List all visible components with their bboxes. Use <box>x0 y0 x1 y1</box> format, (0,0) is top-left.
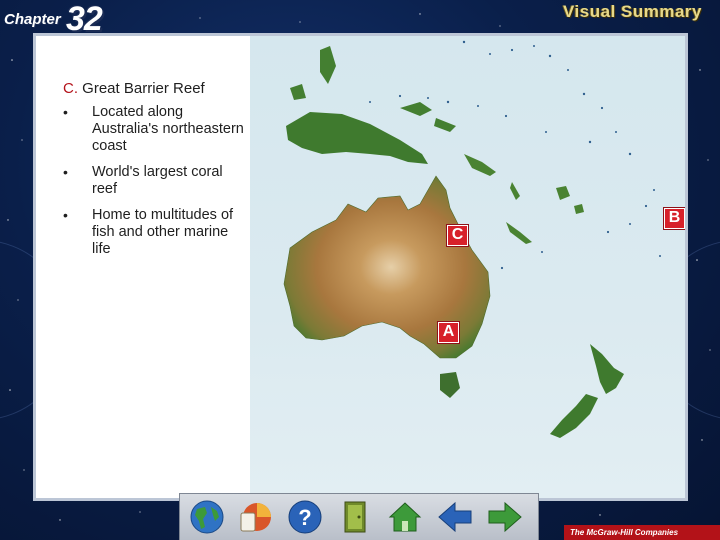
new-guinea-island <box>286 112 428 164</box>
resources-button[interactable] <box>236 498 274 536</box>
globe-icon <box>190 500 224 534</box>
publisher-logo: The McGraw-Hill Companies <box>564 525 720 540</box>
map-marker-b[interactable]: B <box>664 208 685 229</box>
tasmania-island <box>440 372 460 398</box>
forward-arrow-icon <box>488 501 522 533</box>
home-button[interactable] <box>386 498 424 536</box>
heading-text: Great Barrier Reef <box>82 80 205 97</box>
back-button[interactable] <box>436 498 474 536</box>
bullet-item: • World's largest coral reef <box>58 164 250 198</box>
help-button[interactable]: ? <box>286 498 324 536</box>
back-arrow-icon <box>438 501 472 533</box>
bullet-text: Home to multitudes of fish and other mar… <box>92 207 234 257</box>
map-marker-c[interactable]: C <box>447 225 468 246</box>
bullet-list: • Located along Australia's northeastern … <box>58 104 250 267</box>
slide-panel: C. Great Barrier Reef • Located along Aus… <box>33 33 688 501</box>
home-icon <box>388 502 422 532</box>
chapter-label: Chapter <box>4 11 61 28</box>
new-zealand-south-island <box>550 394 598 438</box>
bullet-item: • Home to multitudes of fish and other ma… <box>58 207 250 258</box>
forward-button[interactable] <box>486 498 524 536</box>
exit-button[interactable] <box>336 498 374 536</box>
bullet-text: World's largest coral reef <box>92 164 223 197</box>
svg-text:?: ? <box>298 505 311 530</box>
oceania-map: C B A <box>250 36 685 498</box>
australia-landmass <box>283 175 491 359</box>
section-title: Visual Summary <box>563 2 702 21</box>
bullet-dot: • <box>63 207 68 223</box>
bullet-dot: • <box>63 104 68 120</box>
map-marker-a[interactable]: A <box>438 322 459 343</box>
resources-icon <box>240 503 271 532</box>
navigation-bar: ? <box>179 493 539 540</box>
exit-door-icon <box>344 501 366 533</box>
bullet-item: • Located along Australia's northeastern … <box>58 104 250 155</box>
new-zealand-north-island <box>590 344 624 394</box>
chapter-badge: Chapter 32 <box>0 0 120 38</box>
map-graphic <box>283 40 671 438</box>
content-heading: C. Great Barrier Reef <box>63 80 205 97</box>
bullet-dot: • <box>63 164 68 180</box>
heading-letter: C. <box>63 80 78 97</box>
bullet-text: Located along Australia's northeastern c… <box>92 104 244 154</box>
globe-button[interactable] <box>188 498 226 536</box>
text-column: C. Great Barrier Reef • Located along Aus… <box>36 36 250 498</box>
help-icon: ? <box>288 500 322 534</box>
